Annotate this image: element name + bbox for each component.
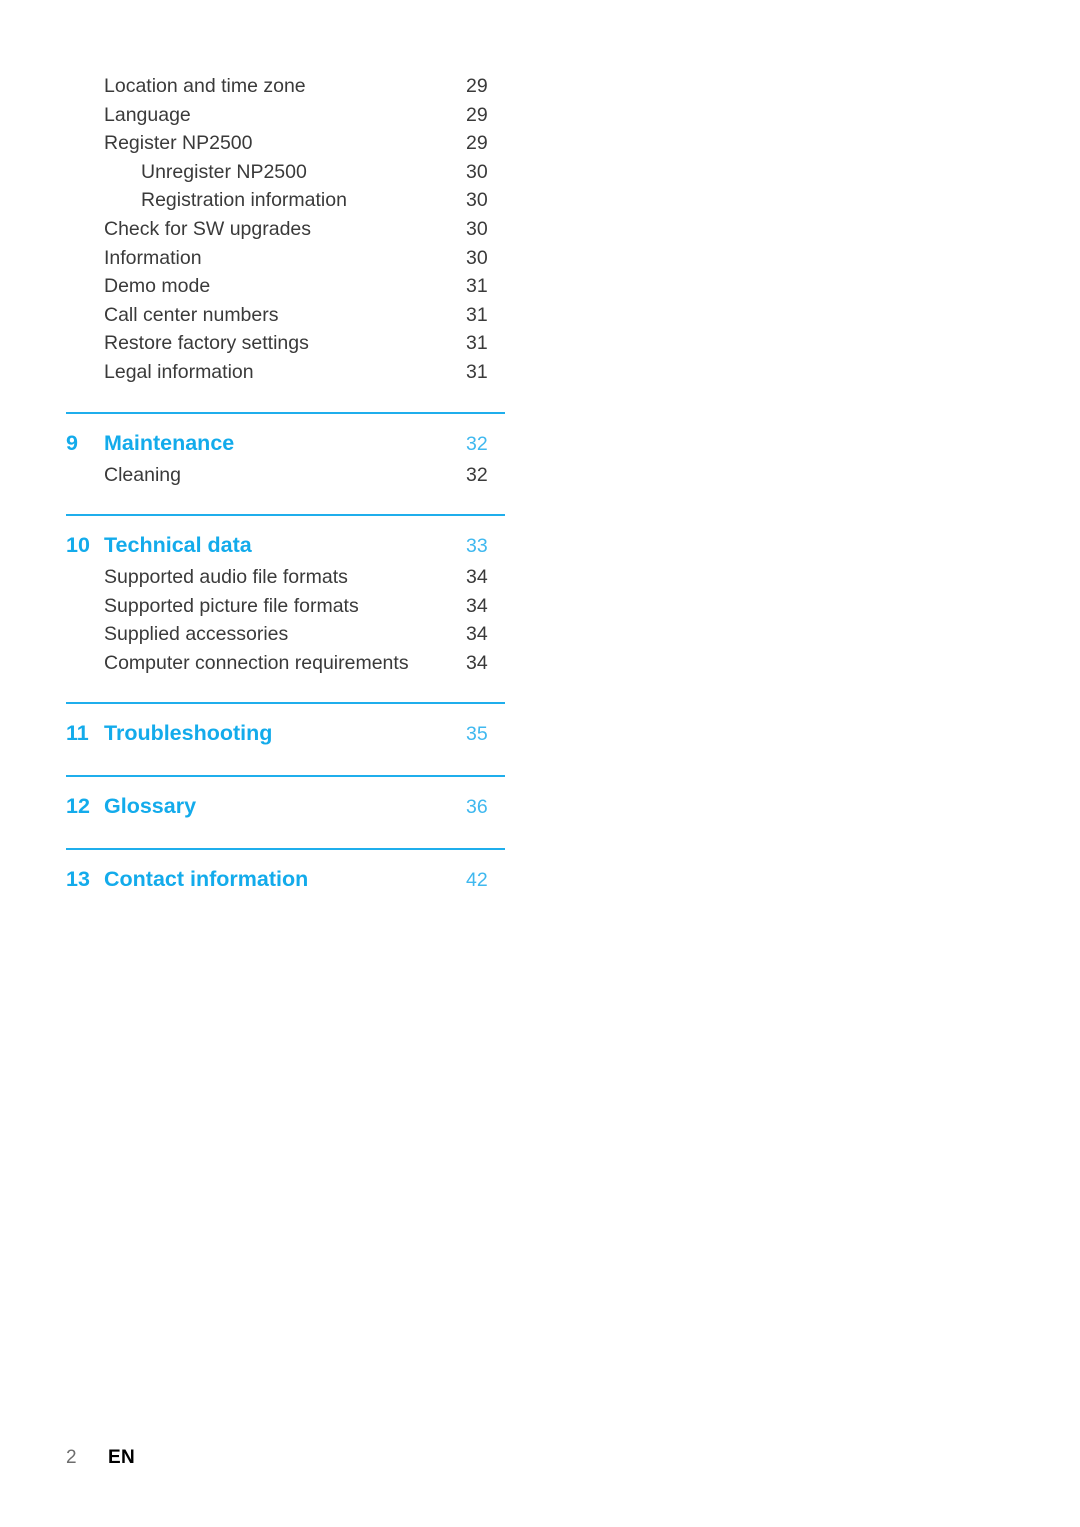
toc-chapter-title: Troubleshooting — [104, 720, 273, 745]
chapter-divider-rule — [66, 514, 505, 517]
table-of-contents: Location and time zone 29 Language 29 Regist… — [66, 72, 506, 897]
toc-entry-title: Information — [104, 246, 202, 269]
toc-entry[interactable]: Information 30 — [66, 244, 506, 273]
toc-entry-title: Computer connection requirements — [104, 651, 409, 674]
toc-entry[interactable]: Call center numbers 31 — [66, 301, 506, 330]
page-footer: 2 EN — [66, 1447, 135, 1469]
toc-entry-title: Supported audio file formats — [104, 566, 348, 589]
toc-entry-title: Unregister NP2500 — [141, 160, 307, 183]
toc-continued-entries: Location and time zone 29 Language 29 Regist… — [66, 72, 506, 387]
toc-entry-page-number: 31 — [466, 360, 488, 383]
toc-entry[interactable]: Demo mode 31 — [66, 272, 506, 301]
toc-chapter-block: 11 Troubleshooting 35 — [66, 701, 506, 751]
toc-entry-page-number: 31 — [466, 275, 488, 298]
toc-entry-title: Register NP2500 — [104, 132, 253, 155]
toc-entry[interactable]: Computer connection requirements 34 — [66, 649, 506, 678]
toc-chapter-page-number: 33 — [466, 535, 488, 558]
toc-entry-page-number: 29 — [466, 75, 488, 97]
footer-language-code: EN — [108, 1447, 135, 1468]
chapter-divider-rule — [66, 701, 505, 704]
toc-entry-page-number: 32 — [466, 463, 488, 486]
toc-chapter-list: 9 Maintenance 32 Cleaning 32 10 Technical data… — [66, 411, 506, 897]
toc-entry[interactable]: Supported audio file formats 34 — [66, 563, 506, 592]
toc-entry[interactable]: Registration information 30 — [66, 186, 506, 215]
toc-entry-page-number: 34 — [466, 566, 488, 589]
toc-entry-page-number: 30 — [466, 217, 488, 240]
toc-chapter-number: 13 — [66, 866, 90, 891]
toc-chapter-page-number: 42 — [466, 868, 488, 891]
toc-entry-title: Supported picture file formats — [104, 594, 359, 617]
toc-chapter-page-number: 36 — [466, 795, 488, 818]
toc-chapter-number: 9 — [66, 430, 78, 455]
toc-entry[interactable]: Register NP2500 29 — [66, 129, 506, 158]
toc-entry-title: Legal information — [104, 360, 254, 383]
toc-entry-page-number: 30 — [466, 160, 488, 183]
toc-entry[interactable]: Unregister NP2500 30 — [66, 158, 506, 187]
toc-entry-page-number: 34 — [466, 594, 488, 617]
toc-entry-page-number: 31 — [466, 332, 488, 355]
toc-entry[interactable]: Supported picture file formats 34 — [66, 592, 506, 621]
footer-page-number: 2 — [66, 1447, 77, 1468]
toc-entry-title: Check for SW upgrades — [104, 217, 312, 240]
toc-chapter-number: 11 — [66, 720, 89, 745]
toc-chapter-heading[interactable]: 12 Glossary 36 — [66, 789, 506, 824]
toc-entry-page-number: 29 — [466, 132, 488, 155]
toc-entry[interactable]: Language 29 — [66, 101, 506, 130]
toc-chapter-block: 12 Glossary 36 — [66, 774, 506, 824]
toc-chapter-title: Technical data — [104, 533, 252, 558]
toc-chapter-title: Glossary — [104, 793, 197, 818]
toc-entry-page-number: 34 — [466, 651, 488, 674]
toc-chapter-title: Maintenance — [104, 430, 235, 455]
toc-chapter-page-number: 32 — [466, 432, 488, 455]
chapter-divider-rule — [66, 411, 505, 414]
toc-entry-title: Language — [104, 103, 191, 126]
toc-chapter-block: 9 Maintenance 32 Cleaning 32 — [66, 411, 506, 490]
toc-entry[interactable]: Location and time zone 29 — [66, 72, 506, 101]
chapter-divider-rule — [66, 774, 505, 777]
toc-entry-title: Location and time zone — [104, 75, 306, 97]
toc-chapter-heading[interactable]: 10 Technical data 33 — [66, 528, 506, 563]
chapter-divider-rule — [66, 847, 505, 850]
toc-chapter-block: 10 Technical data 33 Supported audio file f… — [66, 514, 506, 677]
toc-entry[interactable]: Check for SW upgrades 30 — [66, 215, 506, 244]
toc-chapter-block: 13 Contact information 42 — [66, 847, 506, 897]
toc-entry-page-number: 29 — [466, 103, 488, 126]
toc-chapter-page-number: 35 — [466, 722, 488, 745]
toc-chapter-number: 12 — [66, 793, 90, 818]
toc-entry-title: Cleaning — [104, 463, 181, 486]
toc-chapter-heading[interactable]: 9 Maintenance 32 — [66, 426, 506, 461]
toc-chapter-heading[interactable]: 11 Troubleshooting 35 — [66, 716, 506, 751]
toc-entry[interactable]: Legal information 31 — [66, 358, 506, 387]
toc-entry-title: Demo mode — [104, 275, 211, 298]
toc-entry-page-number: 34 — [466, 623, 488, 646]
toc-entry-page-number: 31 — [466, 303, 488, 326]
toc-chapter-heading[interactable]: 13 Contact information 42 — [66, 862, 506, 897]
toc-entry[interactable]: Supplied accessories 34 — [66, 620, 506, 649]
toc-entry-title: Registration information — [141, 189, 347, 212]
toc-entry[interactable]: Restore factory settings 31 — [66, 329, 506, 358]
toc-chapter-title: Contact information — [104, 866, 309, 891]
toc-entry-title: Supplied accessories — [104, 623, 289, 646]
toc-entry-page-number: 30 — [466, 246, 488, 269]
toc-entry-page-number: 30 — [466, 189, 488, 212]
toc-entry-title: Restore factory settings — [104, 332, 309, 355]
toc-chapter-number: 10 — [66, 533, 90, 558]
toc-entry-title: Call center numbers — [104, 303, 279, 326]
toc-entry[interactable]: Cleaning 32 — [66, 461, 506, 490]
